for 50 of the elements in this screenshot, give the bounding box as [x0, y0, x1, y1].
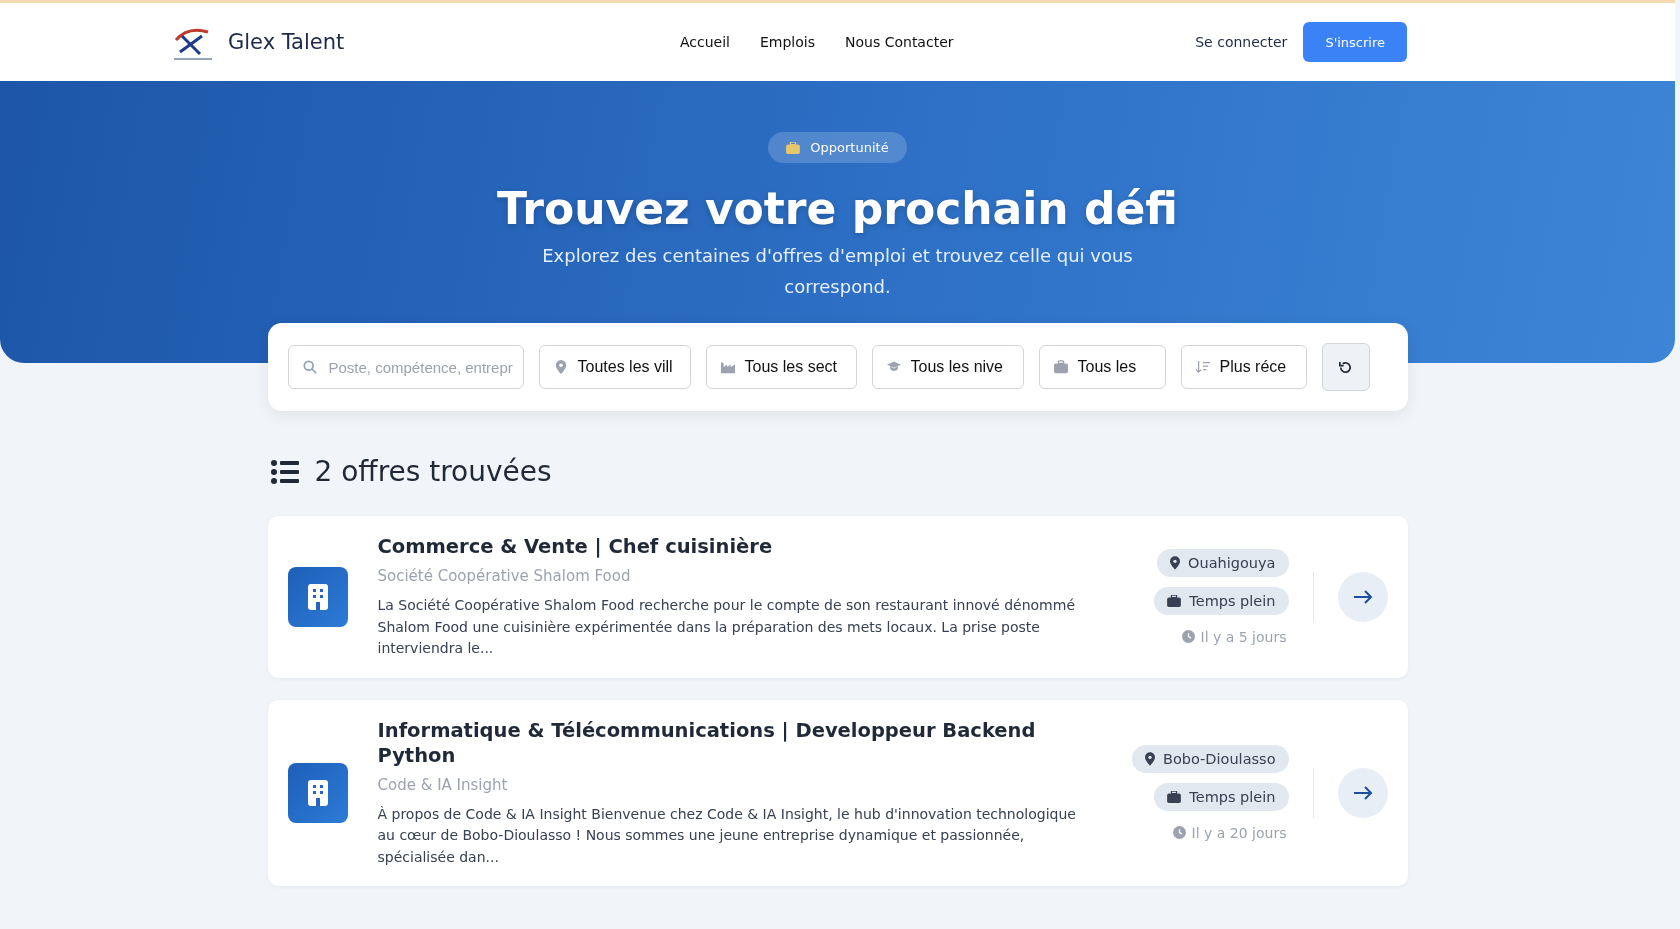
building-icon [287, 762, 348, 823]
filter-dropdown[interactable]: Tous les [1038, 345, 1166, 389]
badge-label: Opportunité [810, 140, 889, 155]
arrow-right-icon [1352, 588, 1373, 605]
nav-link[interactable]: Emplois [760, 34, 815, 50]
location-pin-icon [1144, 751, 1155, 766]
reset-button[interactable] [1321, 343, 1370, 391]
filter-dropdown[interactable]: Tous les nive [871, 345, 1024, 389]
sort-icon [1195, 360, 1210, 374]
job-card[interactable] [267, 516, 1408, 678]
clock-icon [1172, 826, 1186, 840]
building-icon [287, 566, 348, 627]
list-icon [270, 459, 299, 484]
hero-title: Trouvez votre prochain défi [497, 183, 1178, 234]
contract-label: Temps plein [1189, 788, 1276, 805]
clock-icon [1181, 630, 1195, 644]
location-pin-icon [553, 360, 568, 374]
filter-dropdown[interactable]: Tous les sect [705, 345, 857, 389]
results-count: 2 offres trouvées [314, 455, 552, 488]
job-card[interactable] [267, 699, 1408, 886]
location-label: Ouahigouya [1188, 554, 1276, 571]
job-title[interactable]: Informatique & Télécommunications | Developpeur Backend Python [377, 717, 1098, 768]
briefcase-icon [1167, 594, 1182, 607]
arrow-right-icon [1352, 784, 1373, 801]
graduation-cap-icon [886, 360, 901, 374]
search-field[interactable]: Poste, compétence, entrepr [287, 345, 524, 389]
briefcase-icon [1053, 360, 1068, 374]
briefcase-icon [1167, 790, 1182, 803]
hero-subtitle: Explorez des centaines d'offres d'emploi et trouvez celle qui vous correspond. [541, 244, 1134, 299]
posted-date: Il y a 20 jours [1191, 824, 1287, 841]
briefcase-icon [786, 141, 801, 154]
factory-icon [720, 360, 735, 374]
login-link[interactable]: Se connecter [1195, 34, 1288, 50]
filter-dropdown[interactable]: Toutes les vill [538, 345, 691, 389]
job-description: À propos de Code & IA Insight Bienvenue chez Code & IA Insight, le hub d'innovation technologique au cœur de Bobo-Dioulasso ! Nous sommes une jeune entreprise dynamique et passionnée, spécialisée dan... [377, 804, 1077, 867]
reset-icon [1338, 359, 1353, 375]
location-pin-icon [1170, 555, 1181, 570]
company-name: Société Coopérative Shalom Food [377, 567, 632, 585]
posted-date: Il y a 5 jours [1200, 628, 1287, 645]
nav-link[interactable]: Nous Contacter [845, 34, 954, 50]
job-description: La Société Coopérative Shalom Food recherche pour le compte de son restaurant innové dénommé Shalom Food une cuisinière expérimentée dans la préparation des mets locaux. La prise poste interviendra le... [377, 596, 1076, 658]
contract-label: Temps plein [1189, 592, 1276, 609]
job-title[interactable]: Commerce & Vente | Chef cuisinière [377, 534, 1098, 559]
nav-link[interactable]: Accueil [680, 34, 730, 50]
company-name: Code & IA Insight [377, 775, 509, 794]
filter-dropdown[interactable]: Plus réce [1180, 345, 1307, 389]
location-label: Bobo-Dioulasso [1162, 750, 1276, 767]
signup-button[interactable]: S'inscrire [1303, 22, 1407, 62]
brand-name[interactable]: Glex Talent [228, 30, 345, 54]
search-icon [302, 360, 317, 374]
